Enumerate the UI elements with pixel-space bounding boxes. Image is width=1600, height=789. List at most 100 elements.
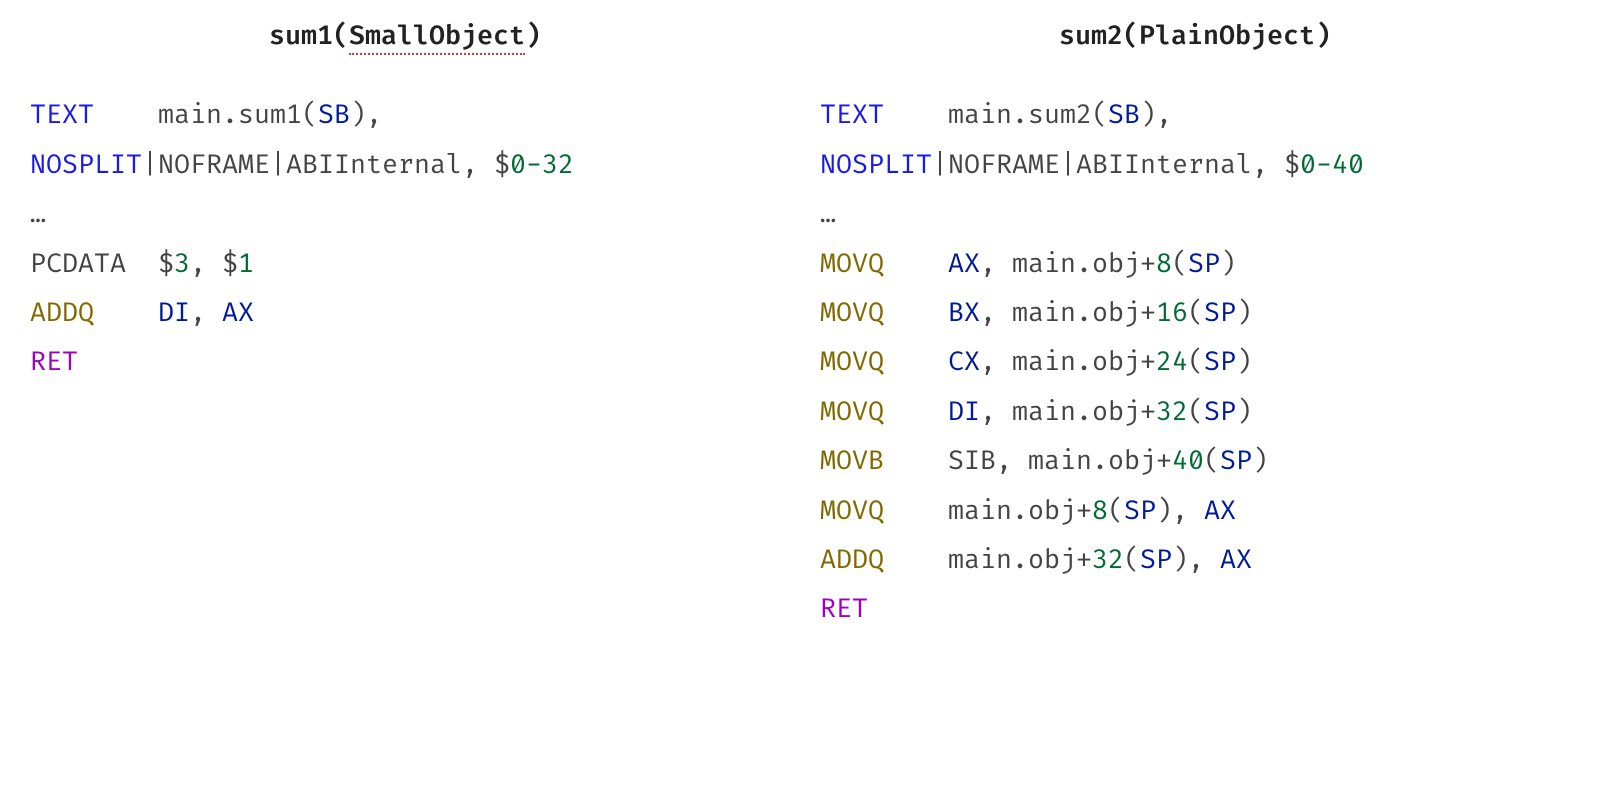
tok-movq: MOVQ (820, 297, 884, 329)
tok-abi: ABIInternal (1076, 149, 1252, 181)
title-fn: sum1( (269, 20, 349, 52)
tok-ret: RET (30, 346, 78, 378)
tok-movb: MOVB (820, 445, 884, 477)
comma: , (980, 248, 1012, 280)
paren: ), (1156, 495, 1204, 527)
comma: , (980, 396, 1012, 428)
num: 8 (1092, 495, 1108, 527)
reg-sp: SP (1188, 248, 1220, 280)
paren-close: ), (350, 99, 382, 131)
paren: ) (1236, 297, 1252, 329)
reg: SIB (948, 445, 996, 477)
tok-nosplit: NOSPLIT (820, 149, 932, 181)
comma: , $ (1252, 149, 1300, 181)
num: 32 (1092, 544, 1124, 576)
num: 16 (1156, 297, 1188, 329)
reg-ax: AX (222, 297, 254, 329)
reg: CX (948, 346, 980, 378)
title-arg-spellcheck: SmallObject (349, 20, 525, 55)
dollar: $ (158, 248, 174, 280)
reg: DI (948, 396, 980, 428)
reg: AX (1204, 495, 1236, 527)
num: 24 (1156, 346, 1188, 378)
num: 40 (1172, 445, 1204, 477)
right-code: TEXT main.sum2(SB), NOSPLIT|NOFRAME|ABII… (820, 91, 1570, 634)
tok-movq: MOVQ (820, 346, 884, 378)
comma: , $ (190, 248, 238, 280)
num: 32 (542, 149, 574, 181)
reg: AX (948, 248, 980, 280)
paren: ( (1204, 445, 1220, 477)
paren-open: ( (302, 99, 318, 131)
paren: ) (1220, 248, 1236, 280)
reg-sp: SP (1204, 396, 1236, 428)
dash: - (1316, 149, 1332, 181)
bar: | (270, 149, 286, 181)
num: 1 (238, 248, 254, 280)
reg: BX (948, 297, 980, 329)
tok-abi: ABIInternal (286, 149, 462, 181)
tok-sym: main.sum2 (948, 99, 1092, 131)
comma: , (190, 297, 222, 329)
paren: ( (1188, 297, 1204, 329)
reg-di: DI (158, 297, 190, 329)
sym: main.obj+ (948, 544, 1092, 576)
sym: main.obj+ (1012, 346, 1156, 378)
left-title: sum1(SmallObject) (30, 12, 780, 61)
tok-text: TEXT (820, 99, 884, 131)
comma: , (996, 445, 1028, 477)
tok-text: TEXT (30, 99, 94, 131)
comma: , (980, 346, 1012, 378)
tok-addq: ADDQ (820, 544, 884, 576)
comma: , (980, 297, 1012, 329)
paren: ( (1188, 396, 1204, 428)
right-column: sum2(PlainObject) TEXT main.sum2(SB), NO… (820, 12, 1570, 635)
title-close: ) (525, 20, 541, 52)
tok-noframe: NOFRAME (948, 149, 1060, 181)
reg-sp: SP (1140, 544, 1172, 576)
paren: ) (1252, 445, 1268, 477)
right-title: sum2(PlainObject) (820, 12, 1570, 61)
tok-movq: MOVQ (820, 495, 884, 527)
reg-sb: SB (318, 99, 350, 131)
paren: ( (1124, 544, 1140, 576)
reg-sp: SP (1204, 297, 1236, 329)
paren: ( (1172, 248, 1188, 280)
paren: ( (1188, 346, 1204, 378)
paren-open: ( (1092, 99, 1108, 131)
tok-pcdata: PCDATA (30, 248, 126, 280)
num: 32 (1156, 396, 1188, 428)
num: 0 (1300, 149, 1316, 181)
bar: | (932, 149, 948, 181)
num: 3 (174, 248, 190, 280)
sym: main.obj+ (1012, 297, 1156, 329)
paren: ), (1172, 544, 1220, 576)
comma: , $ (462, 149, 510, 181)
sym: main.obj+ (948, 495, 1092, 527)
tok-nosplit: NOSPLIT (30, 149, 142, 181)
paren: ) (1236, 346, 1252, 378)
reg: AX (1220, 544, 1252, 576)
paren: ( (1108, 495, 1124, 527)
left-code: TEXT main.sum1(SB), NOSPLIT|NOFRAME|ABII… (30, 91, 780, 387)
tok-noframe: NOFRAME (158, 149, 270, 181)
two-column-layout: sum1(SmallObject) TEXT main.sum1(SB), NO… (0, 0, 1600, 665)
dash: - (526, 149, 542, 181)
tok-addq: ADDQ (30, 297, 94, 329)
reg-sp: SP (1204, 346, 1236, 378)
tok-sym: main.sum1 (158, 99, 302, 131)
tok-movq: MOVQ (820, 396, 884, 428)
ellipsis: … (820, 198, 836, 230)
num: 40 (1332, 149, 1364, 181)
ellipsis: … (30, 198, 46, 230)
bar: | (1060, 149, 1076, 181)
sym: main.obj+ (1012, 396, 1156, 428)
left-column: sum1(SmallObject) TEXT main.sum1(SB), NO… (30, 12, 780, 635)
paren-close: ), (1140, 99, 1172, 131)
reg-sb: SB (1108, 99, 1140, 131)
bar: | (142, 149, 158, 181)
sym: main.obj+ (1028, 445, 1172, 477)
sym: main.obj+ (1012, 248, 1156, 280)
tok-ret: RET (820, 593, 868, 625)
reg-sp: SP (1220, 445, 1252, 477)
